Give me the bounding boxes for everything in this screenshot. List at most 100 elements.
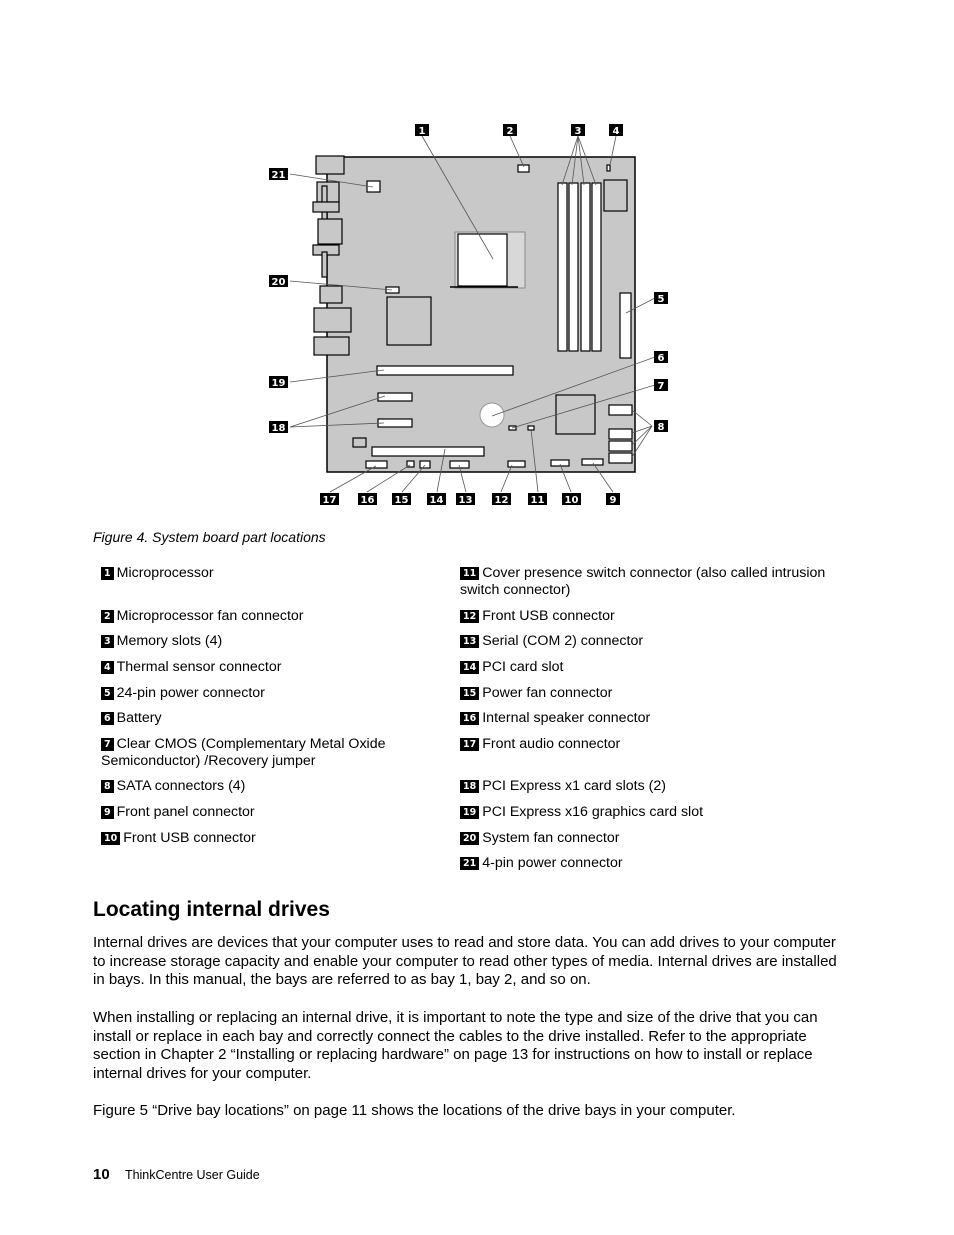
legend-badge: 18 [460,780,480,793]
svg-text:3: 3 [575,126,582,137]
chipset [386,296,432,346]
sata-connectors [608,404,633,464]
callout-13: 13 [456,493,475,506]
system-board-diagram: 1 2 3 4 5 6 7 8 9 10 11 12 13 14 15 16 1… [269,124,668,506]
legend-text: PCI Express x1 card slots (2) [482,778,666,794]
pci-slot [371,446,485,457]
legend-badge: 1 [101,567,114,580]
legend-badge: 6 [101,712,114,725]
legend-item: 17 Front audio connector [460,736,845,753]
legend-item: 2 Microprocessor fan connector [101,608,431,625]
callout-6: 6 [654,351,668,364]
callout-15: 15 [392,493,411,506]
legend-badge: 21 [460,857,480,870]
front-audio-header [365,460,388,469]
svg-text:16: 16 [361,495,375,506]
paragraph-figure-reference: Figure 5 “Drive bay locations” on page 1… [93,1102,736,1119]
callout-9: 9 [606,493,620,506]
legend-badge: 16 [460,712,480,725]
power-fan-header [419,460,431,469]
legend-badge: 5 [101,687,114,700]
callout-17: 17 [320,493,339,506]
svg-text:5: 5 [658,294,665,305]
svg-text:21: 21 [272,170,286,181]
legend-item: 8 SATA connectors (4) [101,778,431,795]
svg-text:13: 13 [459,495,473,506]
legend-item: 20 System fan connector [460,830,845,847]
legend-item: 4 Thermal sensor connector [101,659,431,676]
svg-text:17: 17 [323,495,337,506]
legend-text: Microprocessor [116,565,214,581]
front-usb-header-10 [550,459,570,467]
callout-7: 7 [654,379,668,392]
legend-badge: 4 [101,661,114,674]
legend-badge: 15 [460,687,480,700]
legend-text: Front panel connector [116,804,255,820]
legend-item: 1 Microprocessor [101,565,431,582]
callout-20: 20 [269,275,288,288]
pcie-x16-slot [376,365,514,376]
legend-text: Thermal sensor connector [116,659,282,675]
svg-text:18: 18 [272,423,286,434]
legend-badge: 9 [101,806,114,819]
24-pin-power-connector [619,292,632,359]
legend-item: 5 24-pin power connector [101,685,431,702]
book-title: ThinkCentre User Guide [124,1168,260,1182]
callout-16: 16 [358,493,377,506]
legend-text: PCI card slot [482,659,564,675]
legend-item: 13 Serial (COM 2) connector [460,633,845,650]
callout-2: 2 [503,124,517,137]
legend-badge: 14 [460,661,480,674]
legend-item: 16 Internal speaker connector [460,710,845,727]
legend-text: Battery [116,710,162,726]
section-heading: Locating internal drives [93,898,330,921]
legend-item: 19 PCI Express x16 graphics card slot [460,804,845,821]
legend-text: Microprocessor fan connector [116,608,304,624]
svg-text:15: 15 [395,495,409,506]
legend-badge: 3 [101,635,114,648]
svg-text:4: 4 [613,126,620,137]
legend-item: 14 PCI card slot [460,659,845,676]
svg-text:1: 1 [419,126,426,137]
component [352,437,367,448]
callout-3: 3 [571,124,585,137]
legend-badge: 19 [460,806,480,819]
cpu-socket [450,231,526,289]
callout-18: 18 [269,421,288,434]
legend-item: 12 Front USB connector [460,608,845,625]
svg-text:7: 7 [658,381,665,392]
legend-item: 7 Clear CMOS (Complementary Metal Oxide S… [101,736,401,770]
front-usb-header-12 [507,460,526,468]
legend-text: PCI Express x16 graphics card slot [482,804,704,820]
legend-text: Front audio connector [482,736,621,752]
svg-text:8: 8 [658,422,665,433]
callout-5: 5 [654,292,668,305]
page-number: 10 [93,1166,110,1183]
legend-text: Internal speaker connector [482,710,651,726]
callout-12: 12 [492,493,511,506]
legend-badge: 12 [460,610,480,623]
legend-badge: 11 [460,567,480,580]
callout-1: 1 [415,124,429,137]
callout-21: 21 [269,168,288,181]
legend-text: 4-pin power connector [482,855,623,871]
legend-item: 10 Front USB connector [101,830,431,847]
svg-text:11: 11 [531,495,545,506]
svg-text:20: 20 [272,277,286,288]
callout-4: 4 [609,124,623,137]
legend-badge: 2 [101,610,114,623]
figure-caption: Figure 4. System board part locations [93,529,326,545]
legend-text: SATA connectors (4) [116,778,246,794]
callout-10: 10 [562,493,581,506]
legend-text: 24-pin power connector [116,685,265,701]
legend-badge: 8 [101,780,114,793]
legend-text: Memory slots (4) [116,633,223,649]
front-panel-header [581,458,604,466]
legend-badge: 10 [101,832,121,845]
legend-text: Front USB connector [482,608,615,624]
legend-text: Clear CMOS (Complementary Metal Oxide Se… [101,736,386,769]
callout-11: 11 [528,493,547,506]
legend-item: 3 Memory slots (4) [101,633,431,650]
legend-badge: 13 [460,635,480,648]
svg-text:9: 9 [610,495,617,506]
